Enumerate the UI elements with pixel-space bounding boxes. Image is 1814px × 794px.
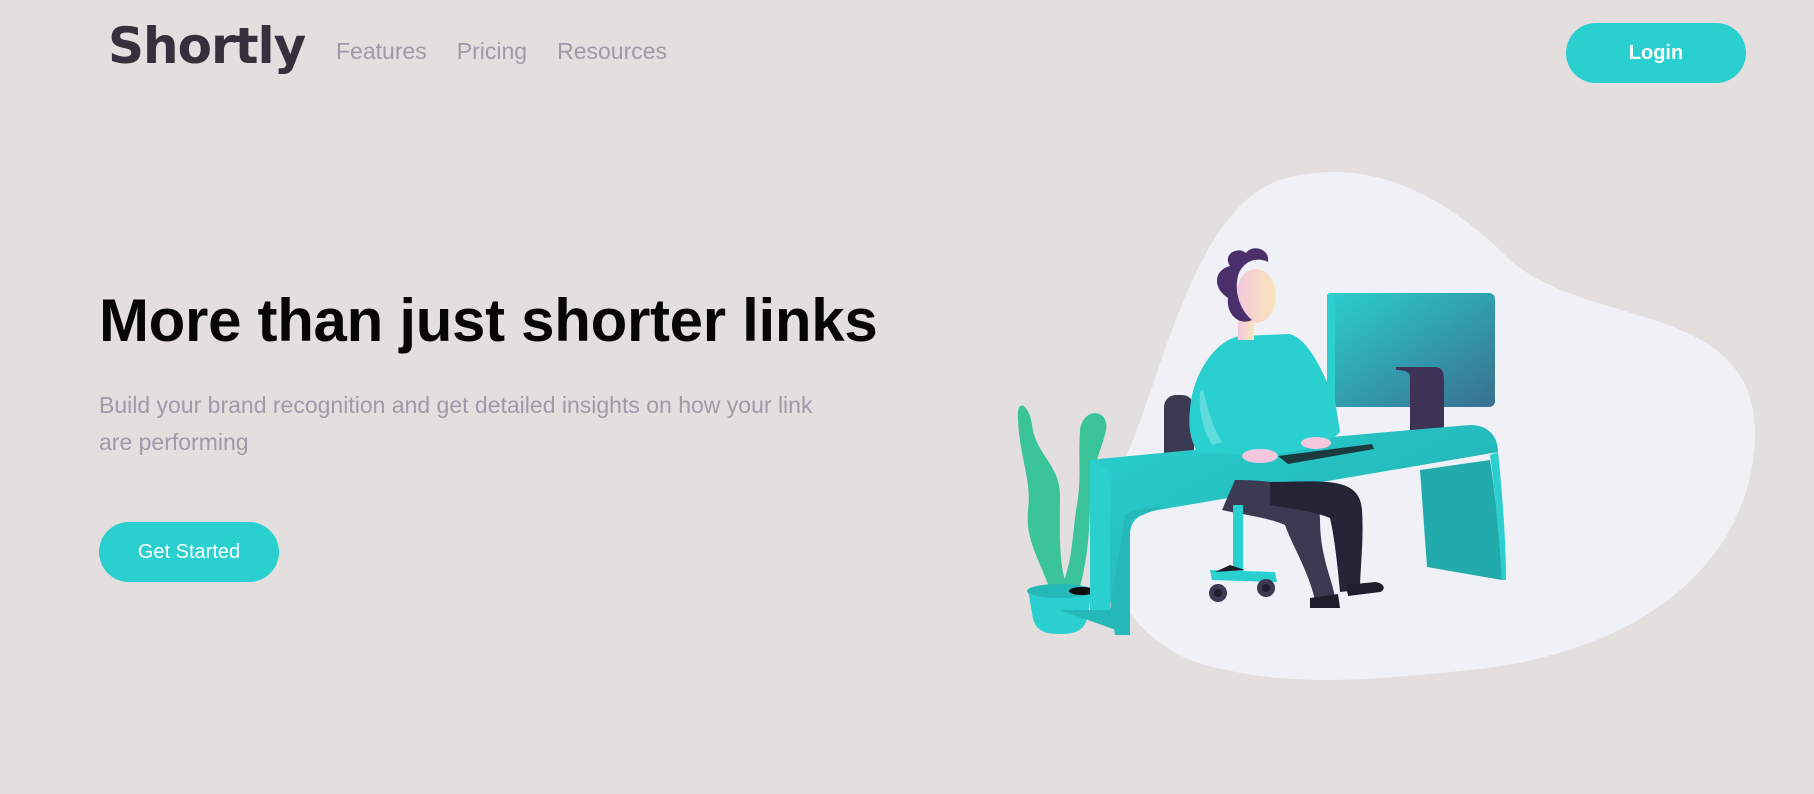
hero-illustration — [1017, 171, 1756, 680]
nav-link-pricing[interactable]: Pricing — [457, 38, 527, 64]
nav-link-features[interactable]: Features — [336, 38, 427, 64]
login-button[interactable]: Login — [1566, 23, 1746, 83]
main-nav: Features Pricing Resources — [336, 38, 667, 64]
hero-subtitle: Build your brand recognition and get det… — [99, 392, 813, 455]
nav-link-resources[interactable]: Resources — [557, 38, 667, 64]
get-started-button[interactable]: Get Started — [99, 522, 279, 582]
hero-title: More than just shorter links — [99, 287, 878, 354]
logo[interactable]: Shortly — [108, 17, 306, 76]
